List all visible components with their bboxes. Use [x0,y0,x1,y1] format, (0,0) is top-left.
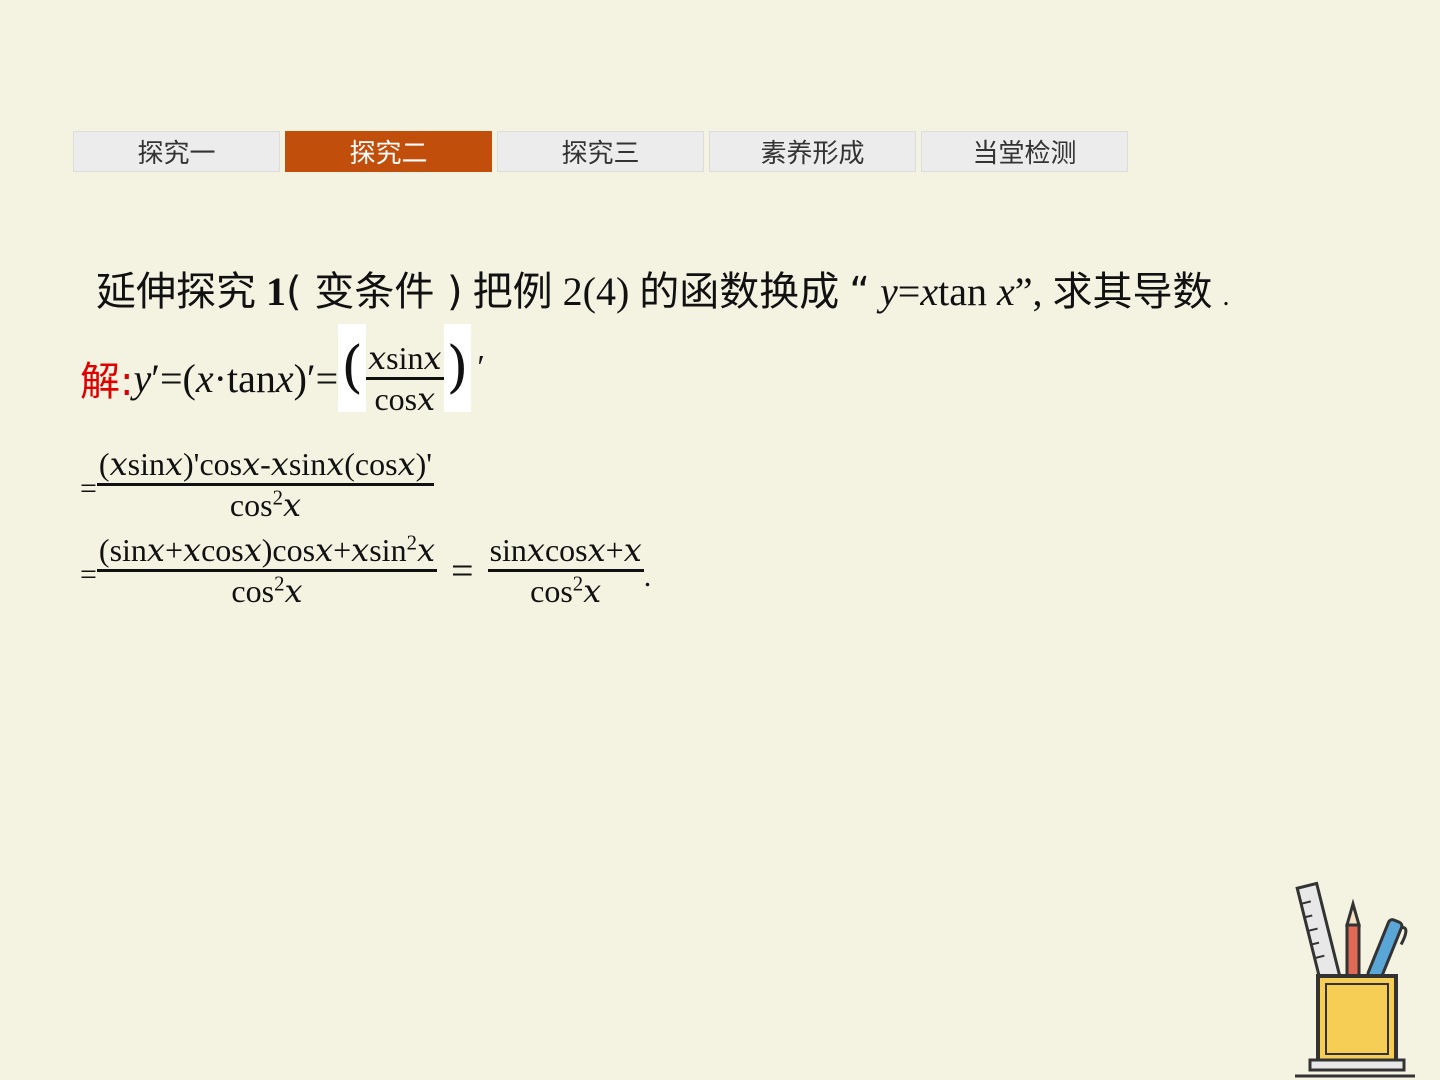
sol3-num-sup: 2 [406,530,417,554]
sol1-right-paren-box: ) [443,324,472,412]
tab-explore-2[interactable]: 探究二 [285,131,492,172]
sol2-den-sup: 2 [272,485,283,509]
question-example-ref: 2(4) [562,269,630,314]
sol2-numerator: (𝑥sin𝑥)'cos𝑥-𝑥sin𝑥(cos𝑥)' [98,445,433,482]
sol1-prime-eq: ′=( [151,355,196,401]
sol2-den-base: cos [229,486,273,523]
section-tabs: 探究一 探究二 探究三 素养形成 当堂检测 [73,131,1128,172]
sol3-denominator-2: cos2𝑥 [528,572,603,610]
question-condition: ( 变条件 ) [286,269,463,315]
sol3-num-b: 𝑥 [416,531,436,568]
sol2-fraction: (𝑥sin𝑥)'cos𝑥-𝑥sin𝑥(cos𝑥)' cos2𝑥 [96,445,435,524]
sol1-rparen: ) [446,335,469,400]
solution-label: 解: [80,359,134,405]
sol1-denominator: cos𝑥 [374,380,436,417]
func-x2: x [996,269,1015,314]
sol3-numerator-2: sin𝑥cos𝑥+𝑥 [489,531,642,568]
sol1-close: )′= [293,355,339,401]
question-text: 延伸探究 1( 变条件 ) 把例 2(4) 的函数换成 “ y=xtan x”,… [96,266,1230,323]
tab-explore-1[interactable]: 探究一 [73,131,280,172]
question-title: 延伸探究 [96,269,256,315]
func-x: x [920,269,939,314]
question-number: 1 [266,269,286,314]
sol3-numerator: (sin𝑥+𝑥cos𝑥)cos𝑥+𝑥sin2𝑥 [97,531,437,569]
quote-close: ”, [1014,269,1043,314]
sol3-denominator: cos2𝑥 [229,572,304,610]
sol1-tan: ·tan [213,355,276,401]
sol2-den-var: 𝑥 [282,486,302,523]
sol3-num-a: (sin𝑥+𝑥cos𝑥)cos𝑥+𝑥sin [98,531,407,568]
tab-class-test[interactable]: 当堂检测 [921,131,1128,172]
question-end: . [1222,281,1230,312]
pencil-cup-icon [1295,881,1415,1078]
tab-literacy[interactable]: 素养形成 [709,131,916,172]
sol3-eq: = [80,558,97,591]
solution-line-2: = (𝑥sin𝑥)'cos𝑥-𝑥sin𝑥(cos𝑥)' cos2𝑥 [80,440,435,528]
sol1-numerator: 𝑥sin𝑥 [368,339,442,376]
sol3-fraction-2: sin𝑥cos𝑥+𝑥 cos2𝑥 [487,531,644,610]
func-eq: = [897,269,921,314]
func-y: y [880,269,898,314]
tab-explore-3[interactable]: 探究三 [497,131,704,172]
sol1-fraction: 𝑥sin𝑥 cos𝑥 [366,339,444,418]
question-text-1: 把例 [472,269,553,315]
func-tan: tan [938,269,987,314]
sol3-den2-var: 𝑥 [583,572,602,609]
solution-line-1: 解: y ′=( x ·tan x )′= ( 𝑥sin𝑥 cos𝑥 ) ′ [80,322,485,434]
sol3-eq2: = [451,547,474,593]
sol3-den-sup: 2 [274,571,285,595]
sol2-denominator: cos2𝑥 [228,486,303,524]
sol2-eq: = [80,472,97,505]
sol1-left-paren-box: ( [338,324,367,412]
sol1-x2: x [275,355,294,401]
sol3-end: . [643,560,652,593]
question-text-3: 求其导数 [1052,269,1213,315]
sol3-fraction: (sin𝑥+𝑥cos𝑥)cos𝑥+𝑥sin2𝑥 cos2𝑥 [96,531,438,610]
question-text-2: 的函数换成 [639,269,840,315]
solution-line-3: = (sin𝑥+𝑥cos𝑥)cos𝑥+𝑥sin2𝑥 cos2𝑥 = sin𝑥co… [80,526,651,614]
sol3-den2-sup: 2 [572,571,584,595]
sol3-den-var: 𝑥 [284,572,303,609]
sol1-y: y [133,355,152,401]
sol1-x: x [195,355,214,401]
sol1-tail: ′ [477,349,485,386]
quote-open: “ [849,269,871,315]
sol3-den2-base: cos [530,572,573,609]
sol3-den-base: cos [231,572,275,609]
sol1-lparen: ( [341,335,364,400]
